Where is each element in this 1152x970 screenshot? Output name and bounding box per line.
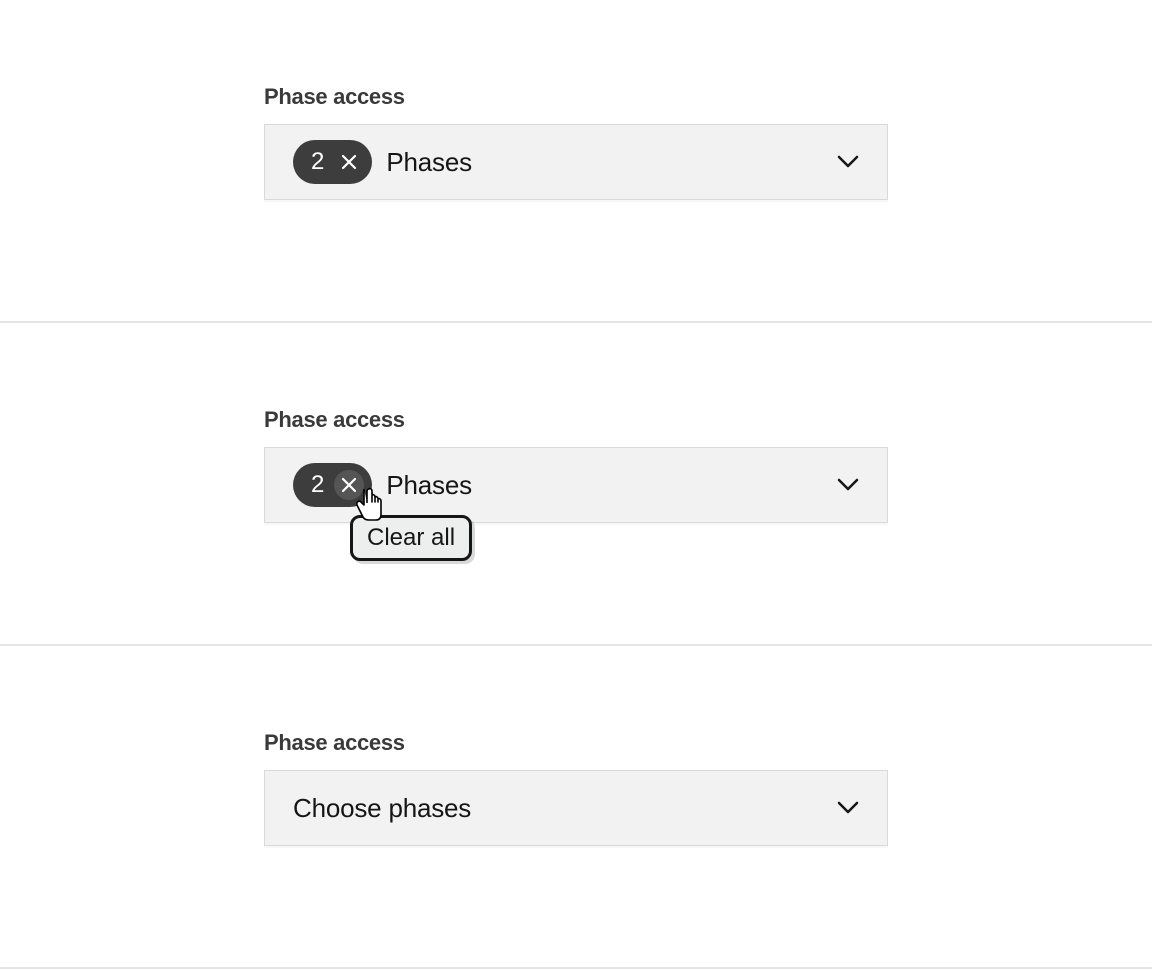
multiselect-dropdown[interactable]: 2 Phases bbox=[264, 124, 888, 200]
state-panel-empty: Phase access Choose phases bbox=[0, 646, 1152, 969]
chevron-down-icon bbox=[837, 151, 859, 173]
multiselect-dropdown[interactable]: 2 Phases bbox=[264, 447, 888, 523]
state-panel-default: Phase access 2 Phases bbox=[0, 0, 1152, 323]
multiselect-dropdown[interactable]: Choose phases bbox=[264, 770, 888, 846]
tooltip: Clear all bbox=[350, 515, 472, 561]
selection-count-pill: 2 bbox=[293, 140, 372, 184]
select-text: Phases bbox=[386, 147, 472, 178]
field-wrap: Phase access 2 Phases bbox=[264, 407, 888, 523]
clear-all-button[interactable] bbox=[334, 147, 364, 177]
selection-count: 2 bbox=[311, 471, 324, 499]
field-label: Phase access bbox=[264, 730, 888, 756]
state-panel-hover-clear: Phase access 2 Phases bbox=[0, 323, 1152, 646]
selection-count: 2 bbox=[311, 148, 324, 176]
select-placeholder: Choose phases bbox=[293, 793, 471, 824]
selection-count-pill: 2 bbox=[293, 463, 372, 507]
field-wrap: Phase access Choose phases bbox=[264, 730, 888, 846]
field-label: Phase access bbox=[264, 84, 888, 110]
field-wrap: Phase access 2 Phases bbox=[264, 84, 888, 200]
close-icon bbox=[341, 477, 357, 493]
select-text: Phases bbox=[386, 470, 472, 501]
clear-all-button[interactable] bbox=[334, 470, 364, 500]
close-icon bbox=[341, 154, 357, 170]
field-label: Phase access bbox=[264, 407, 888, 433]
chevron-down-icon bbox=[837, 474, 859, 496]
tooltip-text: Clear all bbox=[367, 524, 455, 551]
chevron-down-icon bbox=[837, 797, 859, 819]
